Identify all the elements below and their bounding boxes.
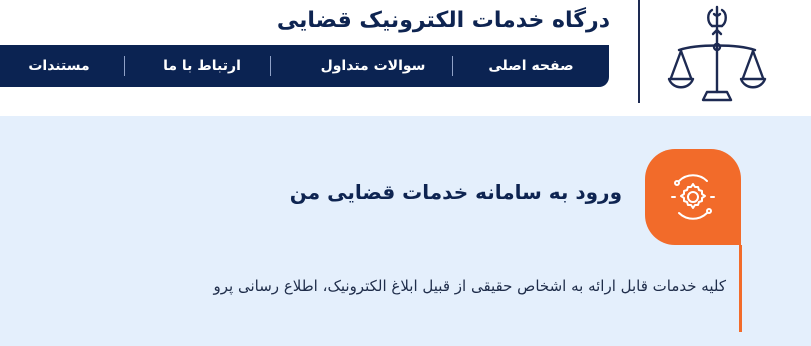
nav-item-contact[interactable]: ارتباط با ما — [140, 45, 264, 87]
site-header: درگاه خدمات الکترونیک قضایی صفحه اصلی سو… — [0, 0, 811, 116]
main-nav: صفحه اصلی سوالات متداول ارتباط با ما مست… — [0, 45, 609, 87]
nav-item-documents[interactable]: مستندات — [0, 45, 118, 87]
nav-separator — [452, 56, 453, 76]
section-title: ورود به سامانه خدمات قضایی من — [289, 180, 622, 204]
gear-circuit-icon — [645, 149, 741, 245]
section-description: کلیه خدمات قابل ارائه به اشخاص حقیقی از … — [213, 277, 726, 295]
section-accent-line — [739, 245, 742, 332]
nav-separator — [270, 56, 271, 76]
header-divider — [638, 0, 640, 103]
site-title: درگاه خدمات الکترونیک قضایی — [276, 8, 610, 33]
nav-separator — [124, 56, 125, 76]
nav-item-faq[interactable]: سوالات متداول — [300, 45, 446, 87]
judiciary-scales-emblem-icon[interactable] — [663, 4, 771, 106]
nav-item-home[interactable]: صفحه اصلی — [466, 45, 596, 87]
